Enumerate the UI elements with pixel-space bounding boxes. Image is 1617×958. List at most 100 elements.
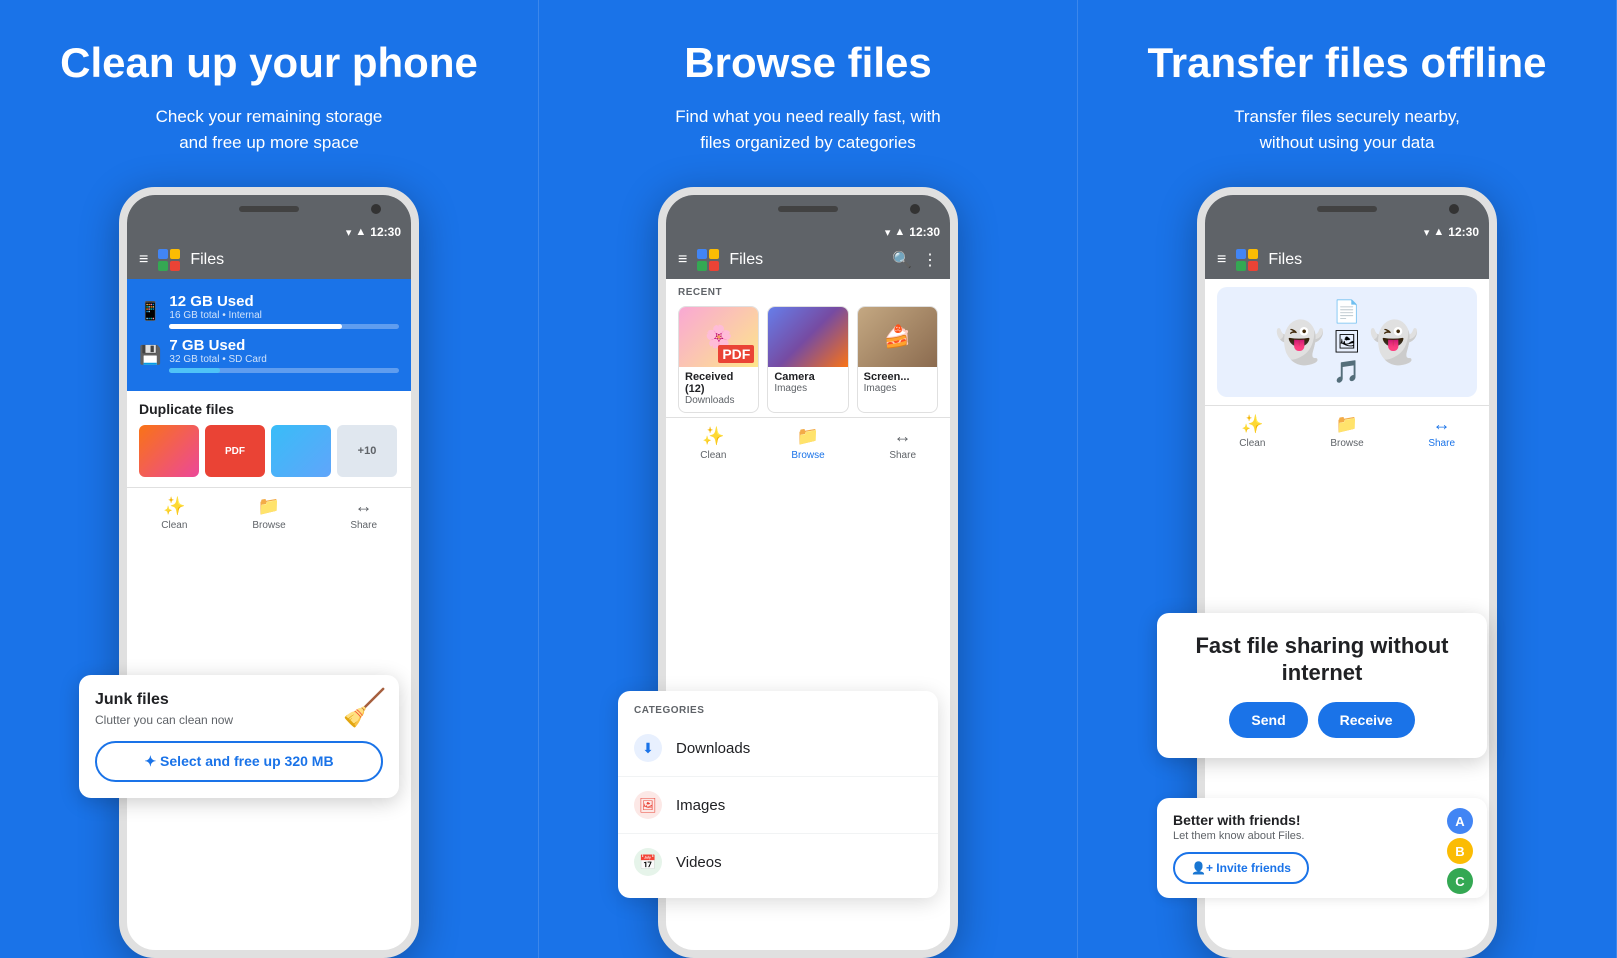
storage-item-internal: 📱 12 GB Used 16 GB total • Internal	[139, 293, 399, 329]
phone-speaker-browse	[778, 206, 838, 212]
wifi-icon-browse: ▾	[885, 226, 891, 239]
cat-item-images[interactable]: 🖼 Images	[618, 777, 938, 834]
nav-clean[interactable]: ✨ Clean	[127, 488, 222, 535]
cat-item-videos[interactable]: 📅 Videos	[618, 834, 938, 890]
phone-notch-browse	[666, 195, 950, 223]
recent-items: PDF 🌸 Received (12) Downloads Camera	[678, 306, 938, 413]
send-button[interactable]: Send	[1229, 702, 1307, 738]
browse-label-3: Browse	[1330, 438, 1363, 449]
phone-storage-icon: 📱	[139, 301, 161, 322]
friends-title: Better with friends!	[1173, 812, 1471, 828]
phone-notch-transfer	[1205, 195, 1489, 223]
recent-section: RECENT PDF 🌸 Received (12) Downloads	[666, 279, 950, 417]
hamburger-icon-browse[interactable]: ≡	[678, 251, 687, 269]
app-title-transfer: Files	[1268, 251, 1477, 269]
files-logo-browse	[697, 249, 719, 271]
recent-info-camera: Camera Images	[768, 367, 847, 400]
junk-popup: 🧹 Junk files Clutter you can clean now ✦…	[79, 675, 399, 798]
nav-clean-3[interactable]: ✨ Clean	[1205, 406, 1300, 453]
phone-notch	[127, 195, 411, 223]
recent-name-camera: Camera	[774, 371, 841, 383]
nav-clean-2[interactable]: ✨ Clean	[666, 418, 761, 465]
nav-browse-3[interactable]: 📁 Browse	[1300, 406, 1395, 453]
receive-button[interactable]: Receive	[1318, 702, 1415, 738]
app-bar-browse: ≡ Files 🔍 ⋮	[666, 241, 950, 279]
nav-browse-1[interactable]: 📁 Browse	[222, 488, 317, 535]
fast-share-popup: Fast file sharing without internet Send …	[1157, 613, 1487, 758]
bottom-nav-transfer: ✨ Clean 📁 Browse ↔ Share	[1205, 405, 1489, 453]
browse-icon-2: 📁	[797, 426, 819, 447]
storage-section: 📱 12 GB Used 16 GB total • Internal 💾 7 …	[127, 279, 411, 391]
phone-clean-wrapper: ▾ ▲ 12:30 ≡ Files	[99, 187, 439, 958]
app-title-browse: Files	[729, 251, 882, 269]
recent-item-camera[interactable]: Camera Images	[767, 306, 848, 413]
clean-label-2: Clean	[700, 450, 726, 461]
storage-label-sd: 7 GB Used	[169, 337, 399, 354]
share-icon-1: ↔	[355, 496, 373, 517]
recent-type-screen: Images	[864, 383, 931, 394]
cat-item-downloads[interactable]: ⬇ Downloads	[618, 720, 938, 777]
share-icon-2: ↔	[894, 426, 912, 447]
clean-label: Clean	[161, 520, 187, 531]
panel-clean-title: Clean up your phone	[60, 40, 478, 86]
status-time-transfer: 12:30	[1448, 225, 1479, 239]
sd-storage-icon: 💾	[139, 345, 161, 366]
signal-icon: ▲	[355, 226, 366, 238]
duplicate-title: Duplicate files	[139, 401, 399, 417]
nav-share-3[interactable]: ↔ Share	[1394, 406, 1489, 453]
storage-info-internal: 12 GB Used 16 GB total • Internal	[169, 293, 399, 329]
search-icon-browse[interactable]: 🔍	[892, 250, 912, 270]
recent-name-received: Received (12)	[685, 371, 752, 395]
hamburger-icon-transfer[interactable]: ≡	[1217, 251, 1226, 269]
invite-friends-button[interactable]: 👤+ Invite friends	[1173, 852, 1309, 884]
storage-bar-fill-internal	[169, 324, 341, 329]
browse-icon-1: 📁	[258, 496, 280, 517]
app-bar-transfer: ≡ Files	[1205, 241, 1489, 279]
transfer-illustration: 👻 📄🖼🎵 👻	[1217, 287, 1477, 397]
friends-avatars: A B C	[1447, 808, 1473, 894]
images-icon: 🖼	[634, 791, 662, 819]
duplicate-section: Duplicate files PDF +10	[127, 391, 411, 487]
app-title-clean: Files	[190, 251, 399, 269]
free-up-button[interactable]: ✦ Select and free up 320 MB	[95, 741, 383, 782]
friends-card: Better with friends! Let them know about…	[1157, 798, 1487, 898]
nav-share-2[interactable]: ↔ Share	[855, 418, 950, 465]
recent-thumb-camera	[768, 307, 847, 367]
phone-camera	[371, 204, 381, 214]
dup-img-more: +10	[337, 425, 397, 477]
avatar-green: C	[1447, 868, 1473, 894]
files-logo	[158, 249, 180, 271]
dup-img-sky	[271, 425, 331, 477]
recent-label: RECENT	[678, 287, 938, 298]
panel-clean: Clean up your phone Check your remaining…	[0, 0, 539, 958]
videos-icon: 📅	[634, 848, 662, 876]
storage-bar-bg-internal	[169, 324, 399, 329]
panel-clean-subtitle: Check your remaining storageand free up …	[156, 104, 383, 155]
panel-transfer-title: Transfer files offline	[1147, 40, 1546, 86]
status-bar: ▾ ▲ 12:30	[127, 223, 411, 241]
recent-item-received[interactable]: PDF 🌸 Received (12) Downloads	[678, 306, 759, 413]
recent-type-received: Downloads	[685, 395, 752, 406]
share-label-3: Share	[1428, 438, 1455, 449]
phone-camera-browse	[910, 204, 920, 214]
clean-icon-3: ✨	[1241, 414, 1263, 435]
browse-icon-3: 📁	[1336, 414, 1358, 435]
downloads-icon: ⬇	[634, 734, 662, 762]
phone-browse-wrapper: ▾ ▲ 12:30 ≡ Files 🔍 ⋮	[638, 187, 978, 958]
phone-transfer-wrapper: ▾ ▲ 12:30 ≡ Files 👻	[1177, 187, 1517, 958]
avatar-blue: A	[1447, 808, 1473, 834]
recent-item-screen[interactable]: 🍰 Screen... Images	[857, 306, 938, 413]
nav-share-1[interactable]: ↔ Share	[316, 488, 411, 535]
clean-icon: ✨	[163, 496, 185, 517]
storage-sub-internal: 16 GB total • Internal	[169, 310, 399, 321]
browse-label-2: Browse	[791, 450, 824, 461]
recent-thumb-received: PDF 🌸	[679, 307, 758, 367]
recent-thumb-screen: 🍰	[858, 307, 937, 367]
categories-popup: CATEGORIES ⬇ Downloads 🖼 Images 📅 Videos	[618, 691, 938, 898]
files-floating-icon: 📄🖼🎵	[1333, 299, 1361, 385]
bottom-nav-clean: ✨ Clean 📁 Browse ↔ Share	[127, 487, 411, 535]
hamburger-icon[interactable]: ≡	[139, 251, 148, 269]
more-icon-browse[interactable]: ⋮	[922, 250, 938, 270]
nav-browse-2[interactable]: 📁 Browse	[761, 418, 856, 465]
signal-icon-transfer: ▲	[1433, 226, 1444, 238]
